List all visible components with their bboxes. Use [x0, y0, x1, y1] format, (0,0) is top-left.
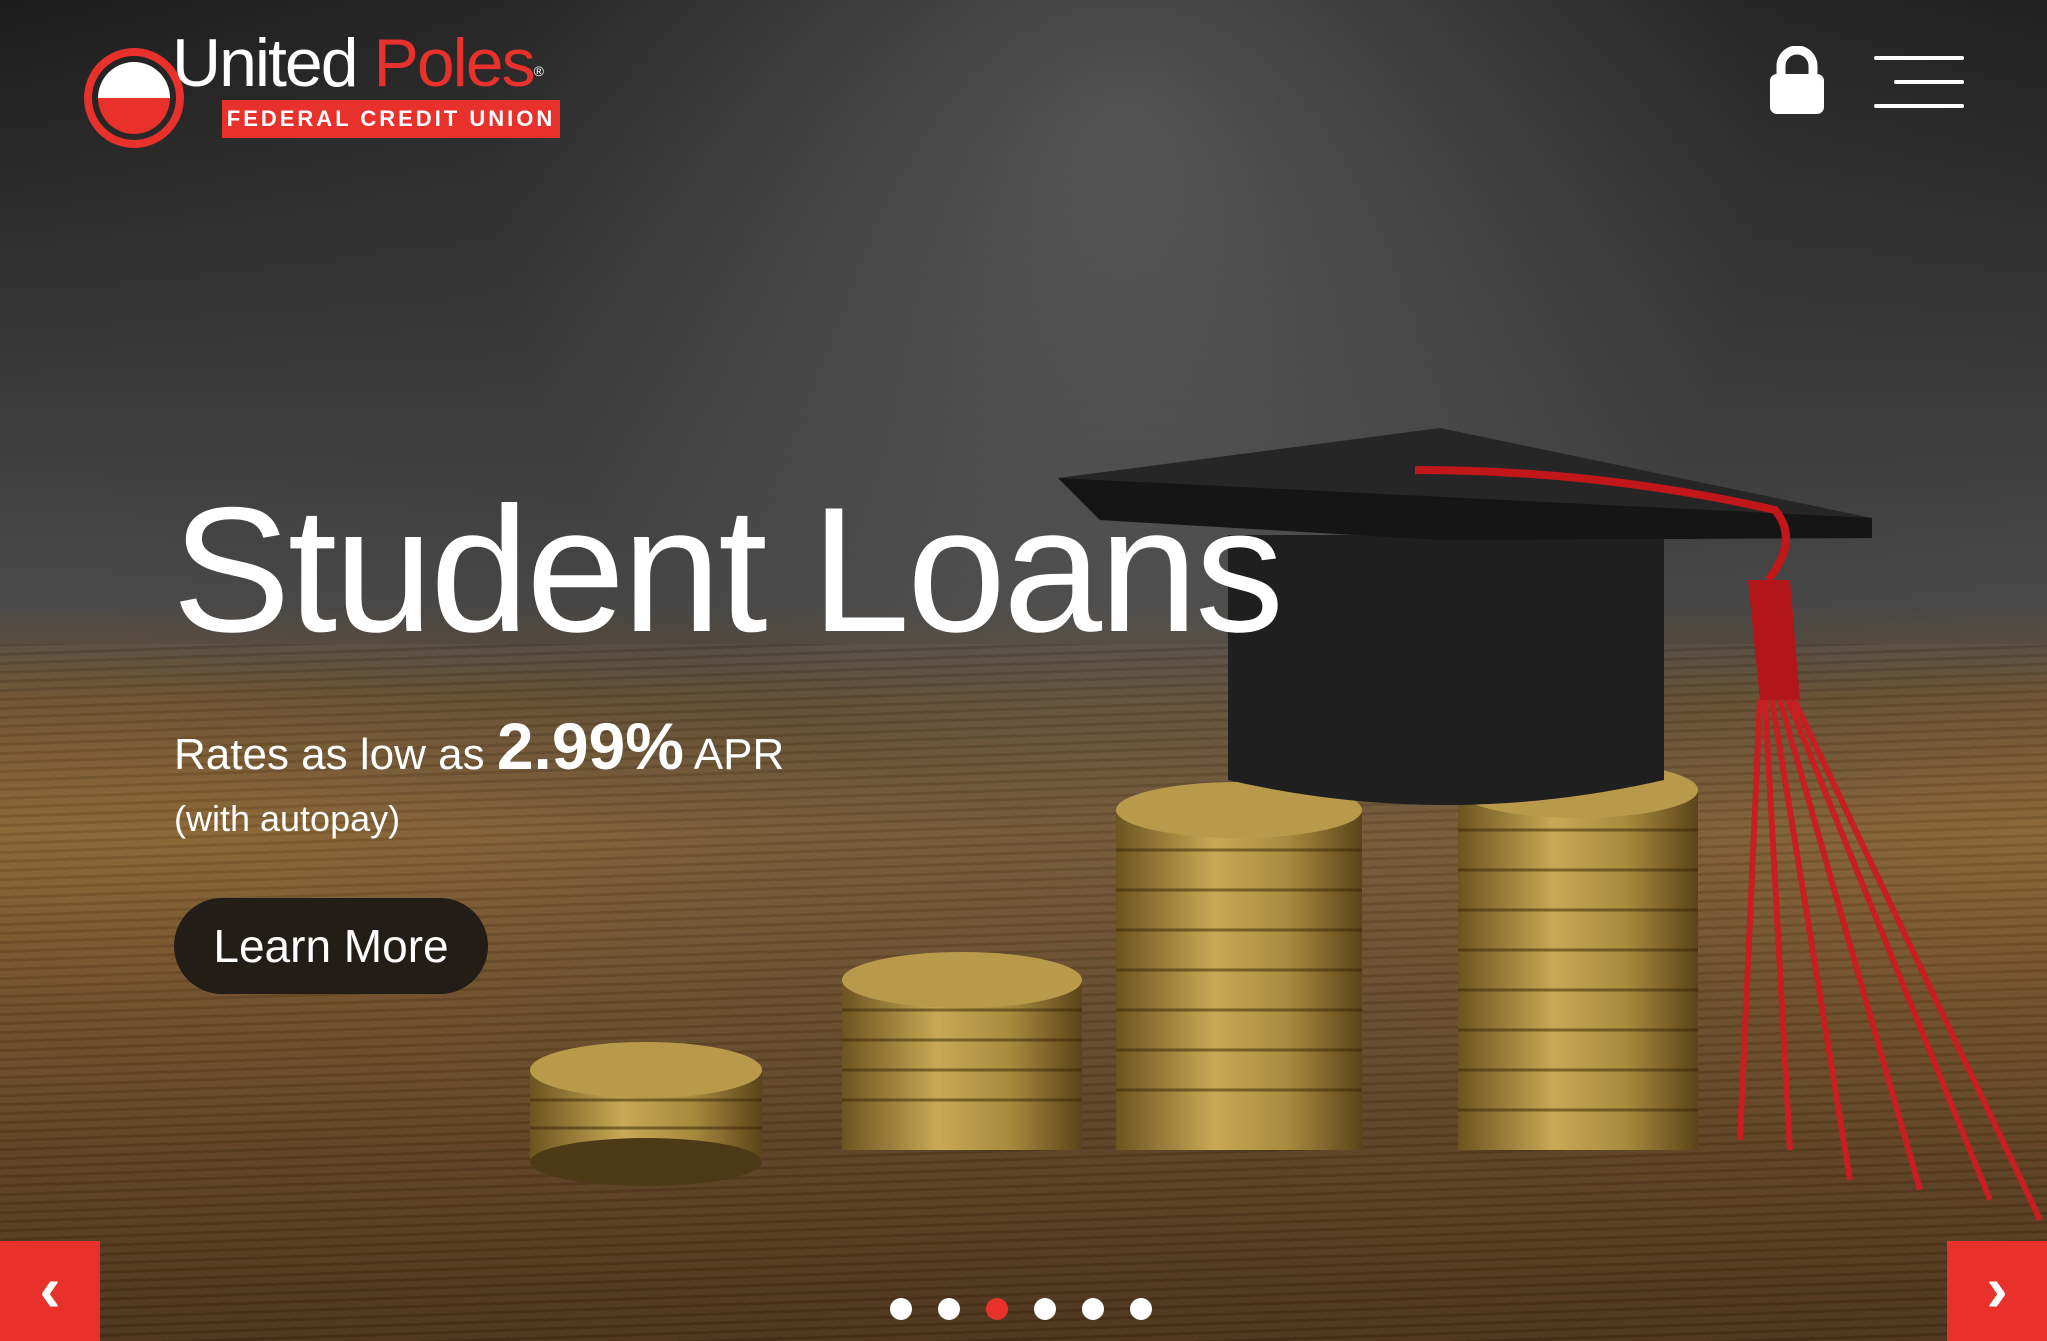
- login-button[interactable]: [1766, 45, 1828, 114]
- rates-line: Rates as low as 2.99% APR: [174, 708, 784, 784]
- chevron-right-icon: ›: [1986, 1253, 2008, 1325]
- logo-name-red: Poles: [373, 25, 535, 101]
- carousel-dot-2[interactable]: [938, 1298, 960, 1320]
- carousel-dot-4[interactable]: [1034, 1298, 1056, 1320]
- logo-name-white: United: [172, 25, 359, 101]
- carousel-dot-6[interactable]: [1130, 1298, 1152, 1320]
- hamburger-menu-button[interactable]: [1870, 54, 1964, 110]
- rates-prefix: Rates as low as: [174, 730, 485, 779]
- next-slide-button[interactable]: ›: [1947, 1241, 2047, 1341]
- rate-suffix: APR: [693, 730, 785, 779]
- logo-emblem-icon: [84, 48, 184, 148]
- autopay-note: (with autopay): [174, 798, 401, 839]
- learn-more-button[interactable]: Learn More: [174, 898, 488, 994]
- carousel-dot-3[interactable]: [986, 1298, 1008, 1320]
- carousel-dot-5[interactable]: [1082, 1298, 1104, 1320]
- registered-mark: ®: [533, 63, 544, 79]
- previous-slide-button[interactable]: ‹: [0, 1241, 100, 1341]
- slide-headline: Student Loans: [172, 470, 1284, 669]
- united-poles-logo[interactable]: United Poles® FEDERAL CREDIT UNION: [84, 28, 564, 148]
- logo-tagline: FEDERAL CREDIT UNION: [222, 100, 560, 138]
- carousel-dot-1[interactable]: [890, 1298, 912, 1320]
- menu-line-top: [1874, 56, 1964, 60]
- chevron-left-icon: ‹: [39, 1253, 61, 1325]
- logo-wordmark: United Poles®: [172, 25, 544, 101]
- rate-value: 2.99%: [496, 709, 684, 783]
- lock-icon: [1770, 45, 1824, 114]
- graduation-cap-and-coins-illustration: [530, 428, 2043, 1222]
- hero-carousel: United Poles® FEDERAL CREDIT UNION Stude…: [0, 0, 2047, 1341]
- menu-line-middle: [1894, 80, 1964, 84]
- menu-line-bottom: [1874, 104, 1964, 108]
